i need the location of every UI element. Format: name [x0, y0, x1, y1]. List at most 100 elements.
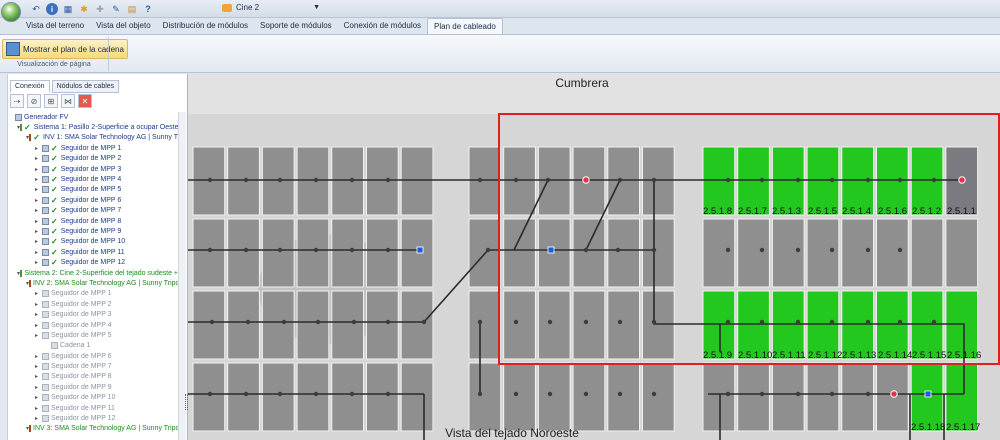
chevron-right-icon[interactable]: ▸: [35, 415, 42, 422]
info-icon[interactable]: i: [46, 3, 58, 15]
connection-point[interactable]: [277, 391, 283, 397]
pv-module[interactable]: [503, 218, 536, 288]
tree-node[interactable]: ▸ Seguidor de MPP 3: [8, 309, 178, 319]
pv-module[interactable]: [468, 362, 502, 432]
connection-point[interactable]: [477, 177, 483, 183]
connection-point[interactable]: [351, 319, 357, 325]
pv-module[interactable]: [910, 146, 944, 216]
connection-point[interactable]: [865, 319, 871, 325]
pv-module[interactable]: [642, 290, 675, 360]
pv-module[interactable]: [296, 218, 330, 288]
connection-point[interactable]: [865, 177, 871, 183]
connection-point[interactable]: [651, 247, 657, 253]
pv-module[interactable]: [806, 362, 840, 432]
tree-node[interactable]: ▸ ✓ Seguidor de MPP 6: [8, 195, 178, 205]
pv-module[interactable]: [296, 362, 330, 432]
connection-point[interactable]: [349, 177, 355, 183]
pv-module[interactable]: [945, 362, 979, 432]
connection-point[interactable]: [759, 391, 765, 397]
pv-module[interactable]: [261, 290, 295, 360]
pv-module[interactable]: [702, 290, 736, 360]
application-menu-button[interactable]: [1, 2, 21, 22]
tool-icon[interactable]: ✎: [110, 3, 122, 15]
tree-node[interactable]: ▸ Seguidor de MPP 7: [8, 361, 178, 371]
connection-point[interactable]: [245, 319, 251, 325]
connect-icon[interactable]: ⇢: [10, 94, 24, 108]
chevron-right-icon[interactable]: ▸: [35, 311, 42, 318]
connection-point[interactable]: [795, 247, 801, 253]
tree-node[interactable]: ▾ Sistema 2: Cine 2-Superficie del tejado…: [8, 268, 178, 278]
connection-point[interactable]: [795, 177, 801, 183]
pv-module[interactable]: [366, 146, 399, 216]
pv-module[interactable]: [296, 290, 330, 360]
pv-module[interactable]: [642, 146, 675, 216]
chevron-right-icon[interactable]: ▸: [35, 373, 42, 380]
chevron-right-icon[interactable]: ▸: [35, 197, 42, 204]
pv-module[interactable]: [537, 290, 571, 360]
pv-module[interactable]: [607, 290, 640, 360]
connection-point[interactable]: [583, 319, 589, 325]
tree-node[interactable]: ▸ ✓ Seguidor de MPP 4: [8, 174, 178, 184]
connection-point[interactable]: [583, 391, 589, 397]
chevron-right-icon[interactable]: ▸: [35, 228, 42, 235]
connection-point[interactable]: [349, 391, 355, 397]
undo-icon[interactable]: ↶: [30, 3, 42, 15]
pv-module[interactable]: [806, 146, 840, 216]
chevron-right-icon[interactable]: ▸: [35, 353, 42, 360]
tree-node[interactable]: ▸ ✓ Seguidor de MPP 5: [8, 185, 178, 195]
tab-nodulos-cables[interactable]: Nódulos de cables: [51, 80, 120, 93]
connection-point[interactable]: [897, 319, 903, 325]
chevron-right-icon[interactable]: ▸: [35, 332, 42, 339]
connection-point[interactable]: [385, 319, 391, 325]
pv-module[interactable]: [806, 218, 840, 288]
tree-node[interactable]: ▸ Seguidor de MPP 4: [8, 320, 178, 330]
connection-point[interactable]: [829, 177, 835, 183]
pv-module[interactable]: [331, 146, 365, 216]
connection-point[interactable]: [829, 247, 835, 253]
pv-module[interactable]: [876, 146, 909, 216]
chevron-right-icon[interactable]: ▸: [35, 145, 42, 152]
pv-module[interactable]: [737, 146, 770, 216]
connection-point[interactable]: [313, 247, 319, 253]
pv-module[interactable]: [607, 218, 640, 288]
tree-node[interactable]: ▸ ✓ Seguidor de MPP 3: [8, 164, 178, 174]
pv-module[interactable]: [702, 218, 736, 288]
tree-node[interactable]: ▸ Seguidor de MPP 9: [8, 382, 178, 392]
document-selector[interactable]: Cine 2 ▼: [222, 3, 320, 12]
connection-point[interactable]: [759, 247, 765, 253]
wiring-plan-canvas[interactable]: 2.5.1.8 2.5.1.7 2.5.1.3 2.5.1.5 2.5.1.4 2.5.1…: [188, 74, 1000, 440]
delete-icon[interactable]: ✕: [78, 94, 92, 108]
pv-module[interactable]: [876, 290, 909, 360]
pv-module[interactable]: [737, 218, 770, 288]
pv-module[interactable]: [468, 146, 502, 216]
tree-node[interactable]: ▾ INV 3: SMA Solar Technology AG | Sunny …: [8, 424, 178, 434]
pv-module[interactable]: [642, 218, 675, 288]
connection-point[interactable]: [513, 319, 519, 325]
chevron-right-icon[interactable]: ▸: [35, 207, 42, 214]
pv-module[interactable]: [841, 218, 874, 288]
connection-point[interactable]: [617, 319, 623, 325]
connection-point[interactable]: [421, 319, 427, 325]
connection-point[interactable]: [277, 177, 283, 183]
pv-module[interactable]: [366, 218, 399, 288]
tree-node[interactable]: ▸ ✓ Seguidor de MPP 10: [8, 237, 178, 247]
tab-vista-objeto[interactable]: Vista del objeto: [90, 18, 157, 34]
pv-module[interactable]: [572, 218, 606, 288]
connection-point[interactable]: [209, 319, 215, 325]
help-icon[interactable]: ?: [142, 3, 154, 15]
connection-point[interactable]: [485, 247, 491, 253]
tree-node[interactable]: Generador FV: [8, 112, 178, 122]
connection-point[interactable]: [243, 391, 249, 397]
connection-point[interactable]: [759, 319, 765, 325]
show-string-plan-button[interactable]: Mostrar el plan de la cadena: [2, 39, 128, 59]
pv-module[interactable]: [841, 362, 874, 432]
tab-soporte-modulos[interactable]: Soporte de módulos: [254, 18, 338, 34]
chevron-right-icon[interactable]: ▸: [35, 166, 42, 173]
chevron-right-icon[interactable]: ▸: [35, 301, 42, 308]
tree-node[interactable]: ▸ Seguidor de MPP 12: [8, 413, 178, 423]
connection-point[interactable]: [615, 247, 621, 253]
pv-module[interactable]: [910, 290, 944, 360]
tree-node[interactable]: ▾ ✓ Sistema 1: Pasillo 2-Superficie a ocup…: [8, 122, 178, 132]
pv-module[interactable]: [192, 290, 226, 360]
tree-node[interactable]: ▸ Seguidor de MPP 6: [8, 351, 178, 361]
